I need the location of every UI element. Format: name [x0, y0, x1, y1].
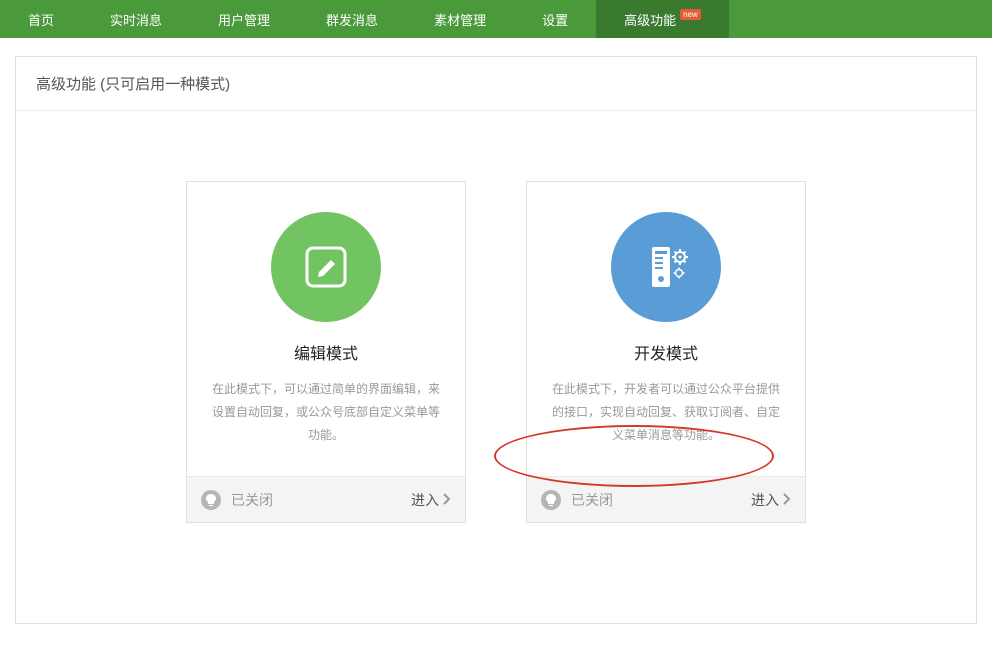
status-text: 已关闭 [231, 490, 411, 510]
card-title: 编辑模式 [211, 340, 441, 364]
nav-label: 实时消息 [110, 10, 162, 29]
nav-label: 用户管理 [218, 10, 270, 29]
card-description: 在此模式下，开发者可以通过公众平台提供的接口，实现自动回复、获取订阅者、自定义菜… [551, 378, 781, 446]
card-description: 在此模式下，可以通过简单的界面编辑，来设置自动回复，或公众号底部自定义菜单等功能… [211, 378, 441, 446]
card-title: 开发模式 [551, 340, 781, 364]
page-panel: 高级功能 (只可启用一种模式) 编辑模式 在此模式下，可以通过简单的界面编辑，来… [15, 56, 977, 624]
nav-materials[interactable]: 素材管理 [406, 0, 514, 38]
status-text: 已关闭 [571, 490, 751, 510]
new-badge-icon: new [680, 9, 701, 20]
nav-advanced[interactable]: 高级功能 new [596, 0, 729, 38]
enter-label: 进入 [751, 490, 779, 510]
enter-label: 进入 [411, 490, 439, 510]
status-bulb-icon [201, 490, 221, 510]
chevron-right-icon [783, 492, 791, 508]
nav-label: 首页 [28, 10, 54, 29]
nav-home[interactable]: 首页 [0, 0, 82, 38]
card-footer: 已关闭 进入 [187, 476, 465, 522]
nav-realtime[interactable]: 实时消息 [82, 0, 190, 38]
nav-label: 高级功能 [624, 10, 676, 29]
enter-button[interactable]: 进入 [411, 490, 451, 510]
card-body: 开发模式 在此模式下，开发者可以通过公众平台提供的接口，实现自动回复、获取订阅者… [527, 182, 805, 476]
nav-label: 设置 [542, 10, 568, 29]
nav-label: 素材管理 [434, 10, 486, 29]
nav-users[interactable]: 用户管理 [190, 0, 298, 38]
card-footer: 已关闭 进入 [527, 476, 805, 522]
chevron-right-icon [443, 492, 451, 508]
edit-icon [271, 212, 381, 322]
page-title: 高级功能 (只可启用一种模式) [16, 57, 976, 111]
enter-button[interactable]: 进入 [751, 490, 791, 510]
status-bulb-icon [541, 490, 561, 510]
nav-settings[interactable]: 设置 [514, 0, 596, 38]
dev-mode-card: 开发模式 在此模式下，开发者可以通过公众平台提供的接口，实现自动回复、获取订阅者… [526, 181, 806, 523]
edit-mode-card: 编辑模式 在此模式下，可以通过简单的界面编辑，来设置自动回复，或公众号底部自定义… [186, 181, 466, 523]
nav-broadcast[interactable]: 群发消息 [298, 0, 406, 38]
nav-label: 群发消息 [326, 10, 378, 29]
dev-icon [611, 212, 721, 322]
card-body: 编辑模式 在此模式下，可以通过简单的界面编辑，来设置自动回复，或公众号底部自定义… [187, 182, 465, 476]
cards-container: 编辑模式 在此模式下，可以通过简单的界面编辑，来设置自动回复，或公众号底部自定义… [16, 111, 976, 623]
top-nav: 首页 实时消息 用户管理 群发消息 素材管理 设置 高级功能 new [0, 0, 992, 38]
